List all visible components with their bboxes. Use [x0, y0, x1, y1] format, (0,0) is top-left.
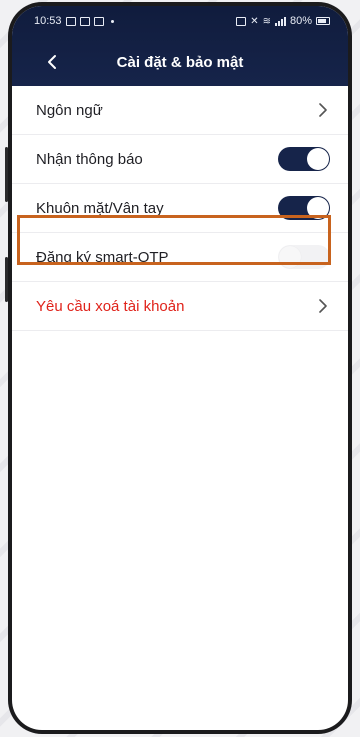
- notifications-toggle[interactable]: [278, 147, 330, 171]
- youtube-icon: [93, 16, 104, 26]
- delete-account-label: Yêu cầu xoá tài khoản: [36, 297, 185, 315]
- settings-item-language[interactable]: Ngôn ngữ: [12, 86, 348, 135]
- toggle-knob: [279, 246, 301, 268]
- status-bar: 10:53 ✕ ≋ 80%: [34, 12, 330, 30]
- power-button: [5, 257, 8, 302]
- chevron-right-icon: [316, 103, 330, 117]
- language-label: Ngôn ngữ: [36, 101, 103, 119]
- smart-otp-label: Đăng ký smart-OTP: [36, 248, 169, 266]
- chevron-left-icon: [48, 55, 56, 69]
- alarm-icon: [236, 16, 247, 26]
- mute-icon: ✕: [250, 15, 259, 27]
- settings-item-smart-otp: Đăng ký smart-OTP: [12, 233, 348, 282]
- smart-otp-toggle[interactable]: [278, 245, 330, 269]
- app-screen: 10:53 ✕ ≋ 80% Cài đặt & bảo mật Ngôn ngữ…: [12, 6, 348, 730]
- settings-list: Ngôn ngữ Nhận thông báo Khuôn mặt/Vân ta…: [12, 86, 348, 331]
- settings-item-biometrics: Khuôn mặt/Vân tay: [12, 184, 348, 233]
- chevron-right-icon: [316, 299, 330, 313]
- navigation-bar: Cài đặt & bảo mật: [12, 42, 348, 82]
- biometrics-toggle[interactable]: [278, 196, 330, 220]
- biometrics-label: Khuôn mặt/Vân tay: [36, 199, 164, 217]
- page-title: Cài đặt & bảo mật: [116, 53, 244, 71]
- toggle-knob: [307, 148, 329, 170]
- mail-icon: [65, 16, 76, 26]
- battery-percent: 80%: [289, 15, 312, 27]
- notifications-label: Nhận thông báo: [36, 150, 143, 168]
- signal-icon: [274, 16, 286, 26]
- toggle-knob: [307, 197, 329, 219]
- back-button[interactable]: [40, 50, 64, 74]
- battery-icon: [316, 17, 330, 25]
- volume-button: [5, 147, 8, 202]
- gallery-icon: [79, 16, 90, 26]
- header-bar: 10:53 ✕ ≋ 80% Cài đặt & bảo mật: [12, 6, 348, 86]
- phone-frame: 10:53 ✕ ≋ 80% Cài đặt & bảo mật Ngôn ngữ…: [5, 2, 352, 734]
- wifi-icon: ≋: [262, 15, 271, 27]
- settings-item-notifications: Nhận thông báo: [12, 135, 348, 184]
- status-time: 10:53: [34, 15, 62, 27]
- more-notifications-icon: [110, 19, 114, 23]
- settings-item-delete-account[interactable]: Yêu cầu xoá tài khoản: [12, 282, 348, 331]
